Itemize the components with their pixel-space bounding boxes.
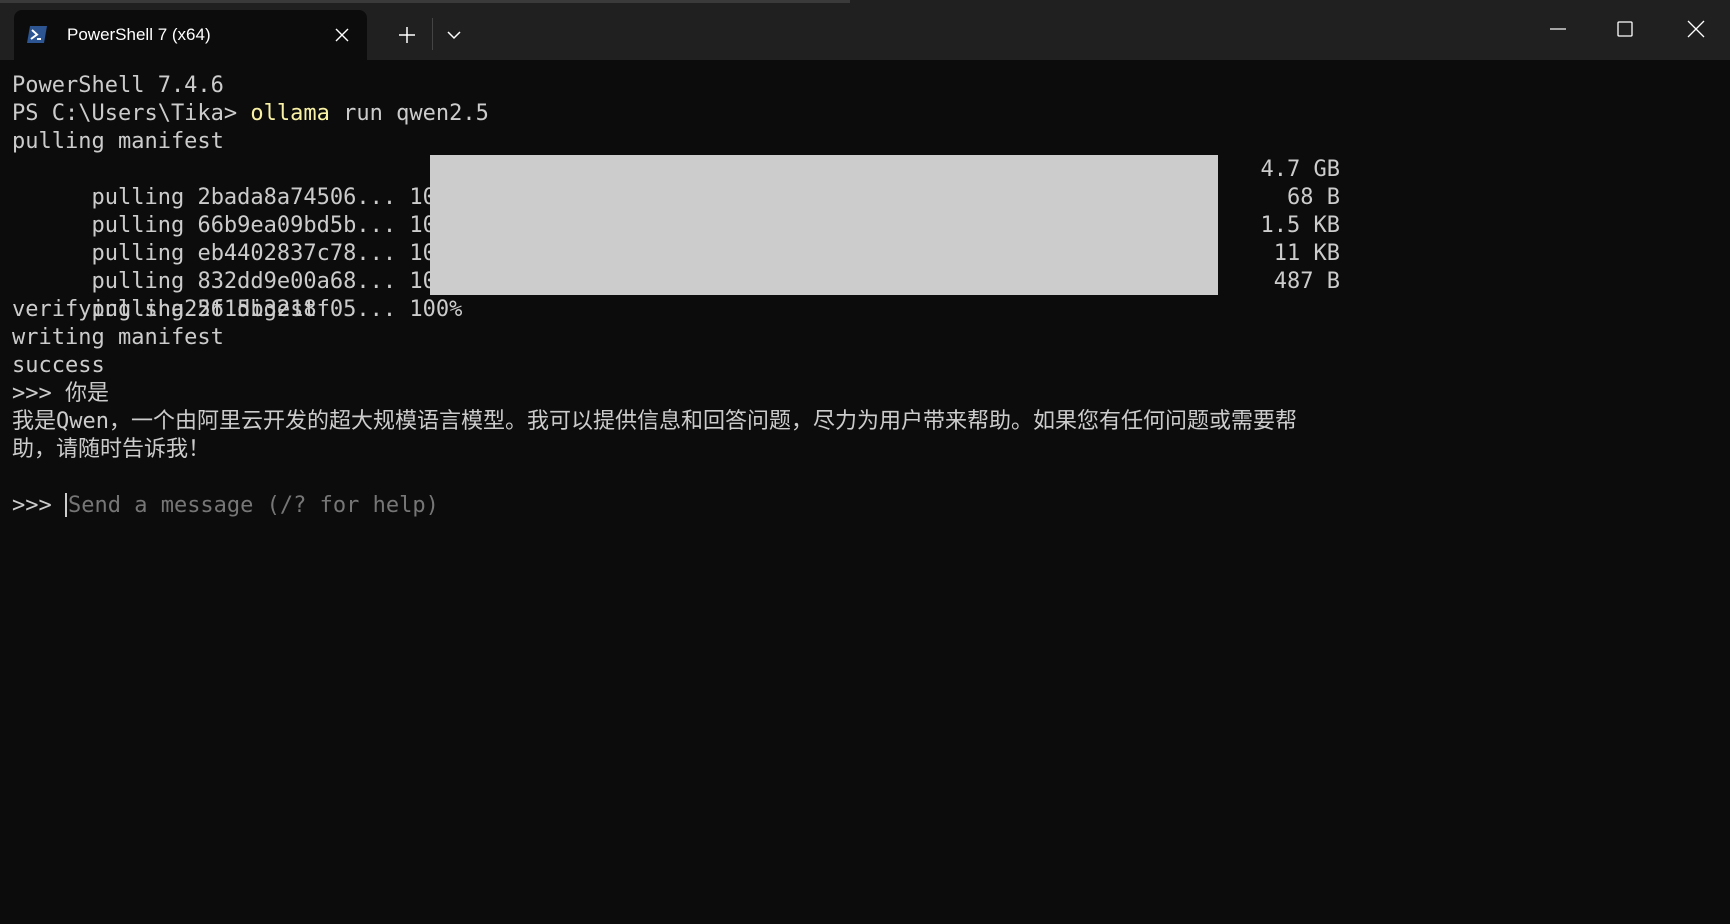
download-progress-bars	[430, 155, 1218, 295]
window-close-icon[interactable]	[1681, 14, 1711, 44]
input-line[interactable]: >>> Send a message (/? for help)	[12, 492, 1712, 520]
layer-text: pulling 2f15b3218f05... 100%	[91, 297, 476, 322]
title-bar: PowerShell 7 (x64)	[0, 0, 1730, 60]
response-line: 助，请随时告诉我！	[12, 437, 211, 462]
tab-powershell[interactable]: PowerShell 7 (x64)	[14, 10, 367, 60]
chevron-down-icon[interactable]	[442, 22, 466, 48]
tab-bar-divider	[432, 18, 433, 50]
response-line: 我是Qwen，一个由阿里云开发的超大规模语言模型。我可以提供信息和回答问题，尽力…	[12, 409, 1297, 434]
user-message-line: >>> 你是	[12, 381, 109, 406]
prompt: PS C:\Users\Tika>	[12, 101, 251, 126]
command-args: run qwen2.5	[329, 101, 489, 126]
terminal-window: PowerShell 7 (x64) PowerShell 7.4.6 PS C…	[0, 0, 1730, 924]
minimize-icon[interactable]	[1543, 14, 1573, 44]
close-icon[interactable]	[332, 25, 352, 45]
version-line: PowerShell 7.4.6	[12, 73, 224, 98]
message-input-placeholder[interactable]: Send a message (/? for help)	[68, 493, 439, 518]
maximize-icon[interactable]	[1610, 14, 1640, 44]
text-cursor	[64, 493, 67, 517]
plus-icon[interactable]	[392, 20, 422, 50]
tab-title: PowerShell 7 (x64)	[67, 25, 211, 44]
writing-line: writing manifest	[12, 325, 224, 350]
title-bar-strip	[0, 0, 850, 3]
input-prompt: >>>	[12, 493, 65, 518]
command-line: PS C:\Users\Tika> ollama run qwen2.5	[12, 100, 1712, 128]
command-name: ollama	[250, 101, 330, 126]
pulling-manifest-line: pulling manifest	[12, 129, 224, 154]
success-line: success	[12, 353, 105, 378]
powershell-icon	[26, 25, 48, 44]
